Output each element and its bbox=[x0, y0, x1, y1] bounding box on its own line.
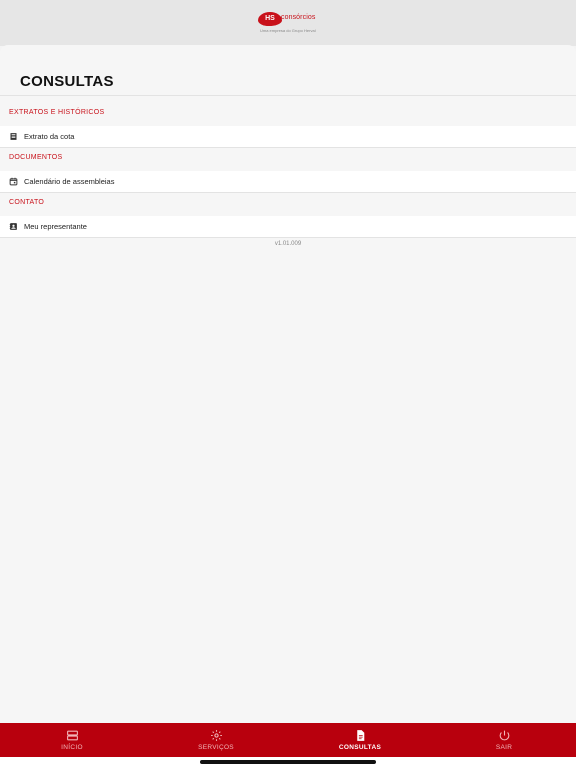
tab-consultas[interactable]: CONSULTAS bbox=[288, 723, 432, 757]
home-server-icon bbox=[66, 729, 79, 742]
document-list-icon bbox=[9, 132, 18, 141]
list-item-meu-representante[interactable]: Meu representante bbox=[0, 216, 576, 238]
gear-icon bbox=[210, 729, 223, 742]
list-item-label: Extrato da cota bbox=[24, 132, 75, 141]
power-icon bbox=[498, 729, 511, 742]
tab-label: INÍCIO bbox=[61, 744, 83, 751]
brand-logo: HS consórcios Uma empresa do Grupo Herva… bbox=[258, 10, 338, 44]
tab-label: CONSULTAS bbox=[338, 744, 382, 751]
app-header: HS consórcios Uma empresa do Grupo Herva… bbox=[0, 0, 576, 46]
contact-card-icon bbox=[9, 222, 18, 231]
tab-inicio[interactable]: INÍCIO bbox=[0, 723, 144, 757]
tab-label: SAIR bbox=[495, 744, 513, 751]
section-documentos: DOCUMENTOS Calendário de assembleias bbox=[0, 143, 576, 193]
bottom-tab-bar: INÍCIO SERVIÇOS CONSULTAS SAIR bbox=[0, 723, 576, 757]
title-divider bbox=[0, 95, 576, 96]
section-header-documentos: DOCUMENTOS bbox=[9, 153, 63, 161]
section-contato: CONTATO Meu representante bbox=[0, 188, 576, 238]
list-item-label: Calendário de assembleias bbox=[24, 177, 115, 186]
section-extratos: EXTRATOS E HISTÓRICOS Extrato da cota bbox=[0, 98, 576, 148]
list-item-label: Meu representante bbox=[24, 222, 87, 231]
brand-tagline: Uma empresa do Grupo Herval bbox=[260, 28, 316, 33]
page-title: CONSULTAS bbox=[20, 73, 114, 90]
document-icon bbox=[354, 729, 367, 742]
brand-logo-mark: HS bbox=[258, 12, 282, 26]
brand-logo-word: consórcios bbox=[281, 14, 316, 21]
home-indicator[interactable] bbox=[200, 760, 376, 764]
section-header-contato: CONTATO bbox=[9, 198, 45, 206]
tab-label: SERVIÇOS bbox=[198, 744, 234, 751]
calendar-icon bbox=[9, 177, 18, 186]
tab-servicos[interactable]: SERVIÇOS bbox=[144, 723, 288, 757]
app-version: v1.01.009 bbox=[274, 241, 302, 247]
main-content: CONSULTAS EXTRATOS E HISTÓRICOS Extrato … bbox=[0, 45, 576, 723]
tab-sair[interactable]: SAIR bbox=[432, 723, 576, 757]
section-header-extratos: EXTRATOS E HISTÓRICOS bbox=[9, 108, 105, 116]
